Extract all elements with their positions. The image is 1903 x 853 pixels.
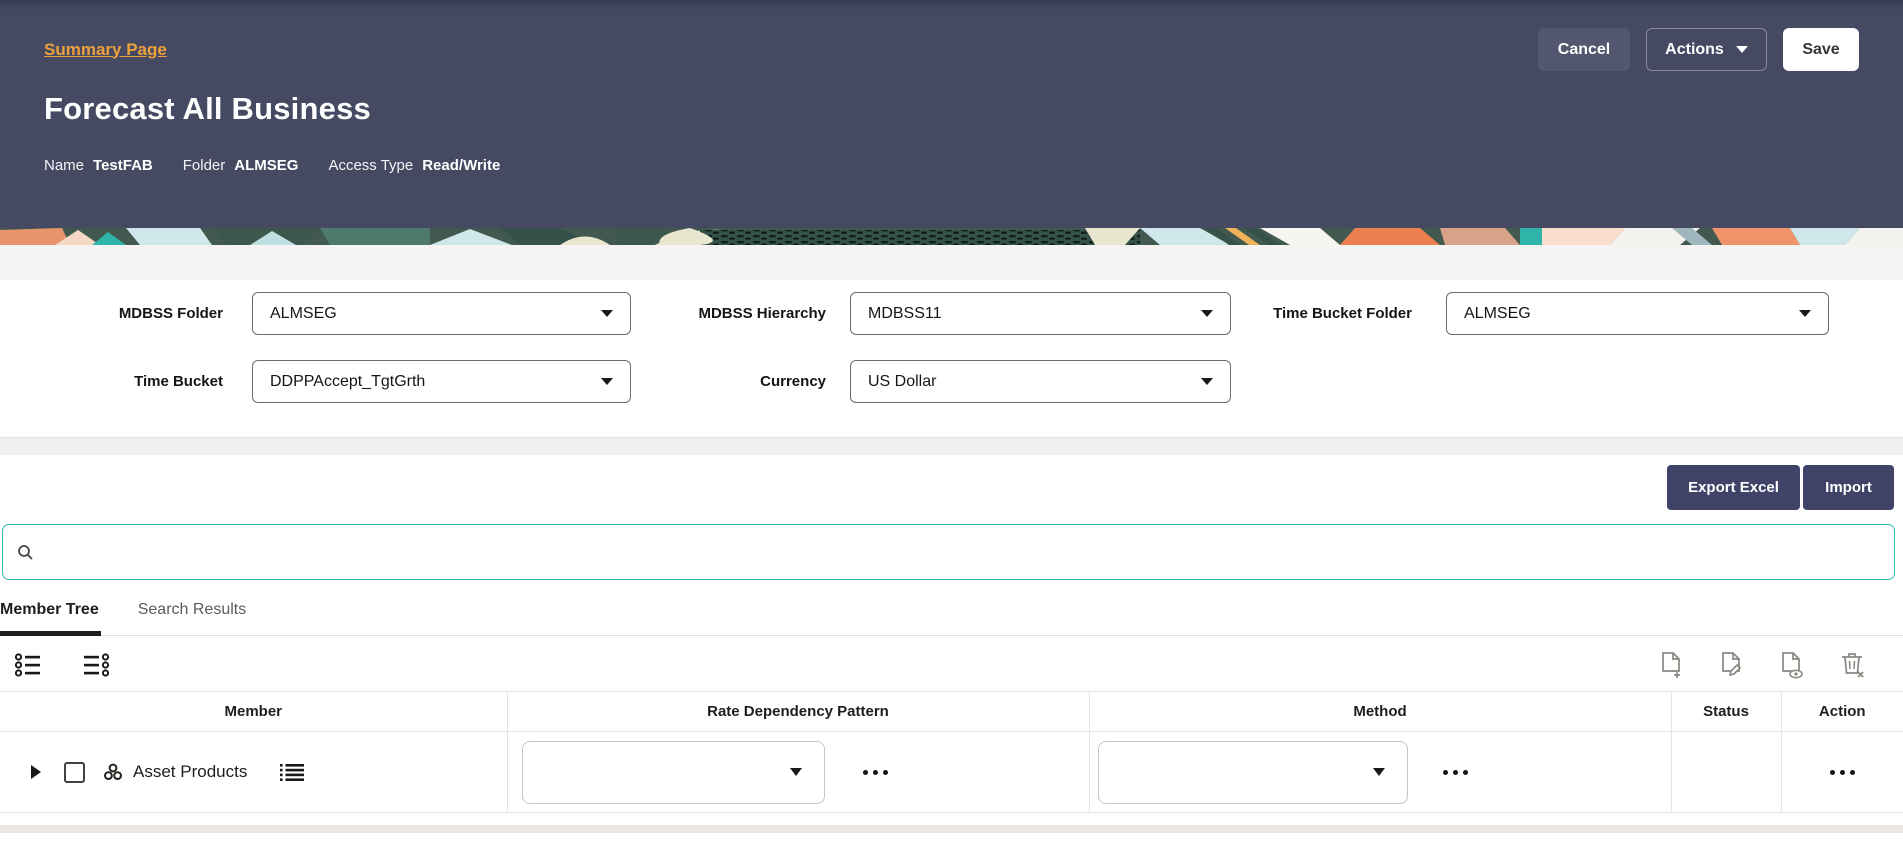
- import-button[interactable]: Import: [1803, 465, 1894, 510]
- column-header-rate-dependency-pattern: Rate Dependency Pattern: [506, 691, 1089, 732]
- document-add-icon: [1662, 652, 1680, 678]
- edit-document-button[interactable]: [1719, 651, 1745, 679]
- row-action-more-button[interactable]: [1826, 766, 1859, 779]
- time-bucket-folder-value: ALMSEG: [1464, 304, 1531, 322]
- chevron-down-icon: [1372, 768, 1385, 776]
- chevron-down-icon: [601, 310, 613, 317]
- view-document-button[interactable]: [1779, 651, 1805, 679]
- meta-access-type-value: Read/Write: [422, 157, 501, 174]
- member-table: Member Rate Dependency Pattern Method St…: [0, 691, 1903, 813]
- delete-member-button[interactable]: [1839, 651, 1865, 679]
- meta-access-type-label: Access Type: [328, 157, 414, 174]
- rate-dependency-pattern-more-button[interactable]: [859, 766, 892, 779]
- table-header-row: Member Rate Dependency Pattern Method St…: [0, 691, 1903, 732]
- chevron-down-icon: [789, 768, 802, 776]
- export-excel-button[interactable]: Export Excel: [1667, 465, 1800, 510]
- column-header-method: Method: [1088, 691, 1671, 732]
- mdbss-folder-select[interactable]: ALMSEG: [252, 292, 631, 335]
- column-header-status: Status: [1670, 691, 1781, 732]
- chevron-down-icon: [1201, 378, 1213, 385]
- more-options-icon: [862, 769, 868, 775]
- table-row: Asset Products: [0, 731, 1903, 813]
- page-header: Summary Page Cancel Actions Save Forecas…: [0, 0, 1903, 228]
- time-bucket-folder-label: Time Bucket Folder: [1273, 305, 1412, 322]
- column-header-action: Action: [1780, 691, 1903, 732]
- time-bucket-label: Time Bucket: [134, 373, 223, 390]
- method-select[interactable]: [1097, 740, 1408, 804]
- mdbss-hierarchy-value: MDBSS11: [868, 304, 942, 322]
- meta-folder-label: Folder: [182, 157, 226, 174]
- save-button[interactable]: Save: [1783, 28, 1859, 71]
- meta-name-value: TestFAB: [93, 157, 153, 174]
- cancel-button[interactable]: Cancel: [1538, 28, 1630, 71]
- record-meta: Name TestFAB Folder ALMSEG Access Type R…: [44, 157, 1859, 174]
- method-more-button[interactable]: [1439, 766, 1472, 779]
- chevron-down-icon: [1799, 310, 1811, 317]
- mdbss-folder-value: ALMSEG: [270, 304, 337, 322]
- expand-tree-button[interactable]: [14, 653, 41, 677]
- member-list-button[interactable]: [280, 763, 305, 782]
- status-cell: [1670, 731, 1781, 813]
- member-search-input[interactable]: [44, 542, 1880, 562]
- document-edit-icon: [1722, 652, 1742, 677]
- tab-search-results[interactable]: Search Results: [138, 601, 249, 635]
- currency-select[interactable]: US Dollar: [850, 360, 1231, 403]
- mdbss-folder-label: MDBSS Folder: [118, 305, 223, 322]
- tab-member-tree[interactable]: Member Tree: [0, 601, 101, 636]
- spacer: [0, 813, 1903, 825]
- meta-name-label: Name: [44, 157, 85, 174]
- member-tree-section: Export Excel Import Member Tree Search R…: [0, 455, 1903, 833]
- collapse-tree-button[interactable]: [83, 653, 110, 677]
- actions-button-label: Actions: [1665, 40, 1724, 58]
- time-bucket-select[interactable]: DDPPAccept_TgtGrth: [252, 360, 631, 403]
- member-search-box[interactable]: [2, 524, 1895, 580]
- rate-dependency-pattern-select[interactable]: [521, 740, 825, 804]
- currency-label: Currency: [760, 373, 826, 390]
- trash-delete-icon: [1842, 653, 1864, 678]
- meta-folder-value: ALMSEG: [234, 157, 299, 174]
- section-divider: [0, 437, 1903, 455]
- collapse-tree-icon: [84, 653, 110, 677]
- add-document-button[interactable]: [1659, 651, 1685, 679]
- expand-tree-icon: [14, 653, 40, 677]
- currency-value: US Dollar: [868, 372, 937, 390]
- spacer-band: [0, 245, 1903, 280]
- mdbss-hierarchy-select[interactable]: MDBSS11: [850, 292, 1231, 335]
- table-actions-bar: Export Excel Import: [0, 455, 1903, 510]
- time-bucket-value: DDPPAccept_TgtGrth: [270, 372, 426, 390]
- tree-tabs: Member Tree Search Results: [0, 601, 1903, 636]
- actions-menu-button[interactable]: Actions: [1646, 28, 1767, 71]
- filters-panel: MDBSS Folder ALMSEG MDBSS Hierarchy MDBS…: [0, 280, 1903, 437]
- hierarchy-member-icon: [104, 763, 123, 781]
- member-name: Asset Products: [133, 762, 248, 781]
- document-view-icon: [1782, 652, 1803, 679]
- page-title: Forecast All Business: [44, 91, 371, 126]
- search-icon: [18, 544, 33, 560]
- chevron-down-icon: [1201, 310, 1213, 317]
- chevron-down-icon: [1735, 46, 1748, 53]
- column-header-member: Member: [0, 691, 507, 732]
- header-button-group: Cancel Actions Save: [1538, 28, 1859, 71]
- time-bucket-folder-select[interactable]: ALMSEG: [1446, 292, 1829, 335]
- chevron-down-icon: [601, 378, 613, 385]
- decorative-banner: [0, 228, 1903, 245]
- row-expand-icon[interactable]: [31, 765, 41, 779]
- bottom-divider: [0, 825, 1903, 833]
- breadcrumb-summary-page-link[interactable]: Summary Page: [44, 40, 167, 60]
- tree-toolbar: [0, 636, 1903, 691]
- more-options-icon: [1442, 769, 1448, 775]
- mdbss-hierarchy-label: MDBSS Hierarchy: [698, 305, 826, 322]
- row-checkbox[interactable]: [64, 761, 85, 783]
- more-options-icon: [1829, 769, 1835, 775]
- member-list-icon: [280, 763, 305, 781]
